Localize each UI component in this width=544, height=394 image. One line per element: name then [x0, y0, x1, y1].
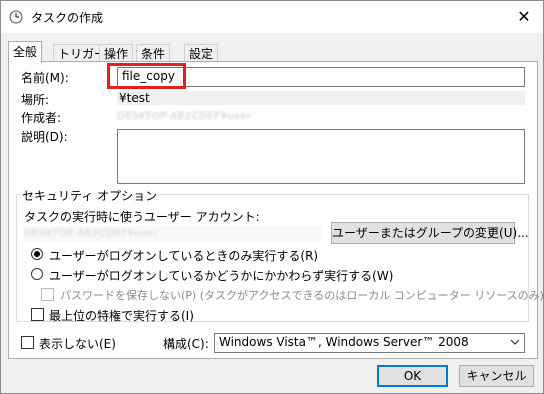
configure-label: 構成(C):: [163, 337, 209, 351]
radio-run-only-logged-on-label: ユーザーがログオンしているときのみ実行する(R): [49, 249, 319, 263]
tab-actions[interactable]: 操作: [99, 44, 134, 62]
highest-privileges-checkbox[interactable]: [31, 308, 44, 321]
radio-run-only-logged-on[interactable]: [31, 248, 43, 260]
create-task-dialog: タスクの作成 ✕ 全般 トリガー 操作 条件 設定 名前(M): file_co…: [0, 0, 544, 394]
account-prompt: タスクの実行時に使うユーザー アカウント:: [24, 210, 260, 224]
no-store-password-label: パスワードを保存しない(P) (タスクがアクセスできるのはローカル コンピュータ…: [60, 289, 544, 302]
window-title: タスクの作成: [31, 11, 104, 25]
radio-run-whether-logged-on-label: ユーザーがログオンしているかどうかにかかわらず実行する(W): [49, 269, 394, 283]
radio-selected-dot: [34, 251, 40, 257]
author-value: DESKTOP-AB2CDEF¥user: [117, 111, 252, 122]
name-highlight-box: [107, 63, 186, 89]
ok-button[interactable]: OK: [377, 365, 448, 387]
tab-settings[interactable]: 設定: [184, 44, 219, 62]
configure-select[interactable]: Windows Vista™, Windows Server™ 2008: [214, 333, 525, 353]
name-label: 名前(M):: [21, 71, 69, 85]
configure-select-value: Windows Vista™, Windows Server™ 2008: [219, 335, 469, 349]
chevron-down-icon: [510, 337, 520, 350]
account-field-bg: [24, 226, 322, 242]
radio-run-whether-logged-on[interactable]: [31, 268, 43, 280]
highest-privileges-label: 最上位の特権で実行する(I): [49, 309, 194, 323]
author-label: 作成者:: [21, 111, 62, 125]
security-options-title: セキュリティ オプション: [20, 187, 160, 204]
general-panel: 名前(M): file_copy 場所: ¥test 作成者: DESKTOP-…: [8, 61, 544, 359]
clock-icon: [9, 10, 23, 24]
tab-conditions[interactable]: 条件: [136, 44, 171, 62]
change-user-button[interactable]: ユーザーまたはグループの変更(U)...: [331, 222, 529, 244]
no-store-password-checkbox[interactable]: [41, 288, 54, 301]
close-icon[interactable]: ✕: [509, 5, 539, 29]
hidden-label: 表示しない(E): [39, 337, 116, 351]
description-field[interactable]: [117, 129, 525, 184]
location-label: 場所:: [21, 93, 50, 107]
cancel-button[interactable]: キャンセル: [459, 365, 534, 387]
location-value: ¥test: [117, 91, 525, 105]
title-bar: タスクの作成 ✕: [1, 1, 543, 33]
description-label: 説明(D):: [21, 130, 68, 144]
tab-general[interactable]: 全般: [8, 41, 43, 63]
hidden-checkbox[interactable]: [21, 336, 34, 349]
